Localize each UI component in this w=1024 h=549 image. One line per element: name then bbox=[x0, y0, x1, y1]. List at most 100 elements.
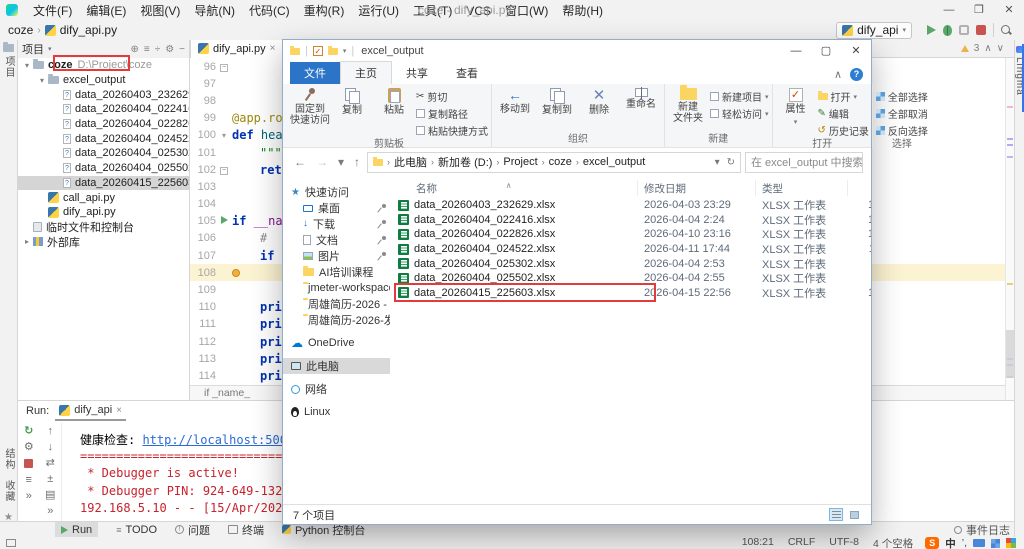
delete-button[interactable]: ✕删除 bbox=[579, 86, 619, 116]
new-item-button[interactable]: 新建项目▾ bbox=[710, 89, 769, 104]
search-box[interactable]: 在 excel_output 中搜索 bbox=[745, 152, 863, 173]
sidebar-item[interactable]: 周雄简历-2026 - 平 bbox=[283, 296, 390, 312]
paste-shortcut-button[interactable]: 粘贴快捷方式 bbox=[416, 123, 488, 138]
tree-item[interactable]: call_api.py bbox=[18, 190, 189, 205]
back-icon[interactable]: ← bbox=[291, 155, 309, 169]
chevron-down-icon[interactable]: ▾ bbox=[48, 45, 52, 53]
coverage-button[interactable] bbox=[959, 25, 969, 35]
toolwindow-toggle-icon[interactable] bbox=[6, 539, 16, 547]
intention-bulb-icon[interactable] bbox=[232, 269, 240, 277]
sidebar-item[interactable]: AI培训课程 bbox=[283, 264, 390, 280]
sidebar-item[interactable]: 桌面 bbox=[283, 200, 390, 216]
file-row[interactable]: data_20260404_022416.xlsx2026-04-04 2:24… bbox=[394, 213, 871, 228]
rerun-icon[interactable]: ↻ bbox=[24, 425, 33, 437]
chevron-down-icon[interactable]: ▾ bbox=[715, 157, 720, 168]
minimize-icon[interactable]: — bbox=[934, 0, 964, 20]
history-button[interactable]: ↺历史记录 bbox=[818, 123, 869, 138]
ime-language-indicator[interactable]: 中 bbox=[945, 536, 956, 549]
close-tab-icon[interactable]: × bbox=[270, 43, 276, 54]
editor-tab[interactable]: dify_api.py × bbox=[190, 40, 283, 58]
tree-item[interactable]: data_20260415_225603.xlsx bbox=[18, 176, 189, 191]
menu-item[interactable]: 编辑(E) bbox=[79, 4, 133, 18]
column-header-type[interactable]: 类型 bbox=[756, 180, 848, 196]
project-panel-title[interactable]: 项目 bbox=[22, 41, 44, 57]
sidebar-item[interactable]: 图片 bbox=[283, 248, 390, 264]
soft-wrap-icon[interactable]: ⇄ bbox=[46, 457, 55, 469]
stop-icon[interactable] bbox=[24, 459, 33, 468]
close-tab-icon[interactable]: × bbox=[116, 405, 122, 416]
file-row[interactable]: data_20260404_024522.xlsx2026-04-11 17:4… bbox=[394, 242, 871, 257]
more-icon[interactable]: » bbox=[26, 490, 32, 502]
status-item[interactable]: 108:21 bbox=[742, 536, 774, 549]
collapse-ribbon-icon[interactable]: ∧ bbox=[834, 68, 842, 81]
details-view-button[interactable] bbox=[829, 508, 843, 521]
tree-item[interactable]: data_20260404_022826.xlsx bbox=[18, 117, 189, 132]
toolstrip-favorites-label[interactable]: 收藏 bbox=[1, 480, 16, 502]
breadcrumb-file[interactable]: dify_api.py bbox=[60, 23, 117, 37]
run-line-icon[interactable] bbox=[221, 216, 228, 224]
status-item[interactable]: CRLF bbox=[788, 536, 815, 549]
breadcrumb-box[interactable]: ›此电脑›新加卷 (D:)›Project›coze›excel_output … bbox=[367, 152, 741, 173]
menu-item[interactable]: 代码(C) bbox=[242, 4, 297, 18]
print-icon[interactable]: ▤ bbox=[45, 489, 55, 501]
ime-punctuation-indicator[interactable]: ’, bbox=[962, 537, 967, 549]
sidebar-item[interactable]: ☁OneDrive bbox=[283, 335, 390, 351]
expand-icon[interactable]: ÷ bbox=[155, 44, 161, 55]
status-item[interactable]: UTF-8 bbox=[829, 536, 859, 549]
tree-item[interactable]: data_20260403_232629.xlsx bbox=[18, 87, 189, 102]
menu-item[interactable]: 视图(V) bbox=[133, 4, 187, 18]
properties-button[interactable]: ✓ 属性▾ bbox=[776, 86, 816, 128]
ime-skin-icon[interactable] bbox=[1006, 538, 1016, 548]
menu-item[interactable]: 导航(N) bbox=[187, 4, 242, 18]
breadcrumb-crumb[interactable]: 此电脑 bbox=[394, 154, 427, 170]
next-warning-icon[interactable]: ∨ bbox=[997, 43, 1004, 54]
file-row[interactable]: data_20260404_022826.xlsx2026-04-10 23:1… bbox=[394, 227, 871, 242]
tree-item[interactable]: dify_api.py bbox=[18, 205, 189, 220]
column-header-name[interactable]: ∧名称 bbox=[394, 180, 638, 196]
open-button[interactable]: 打开▾ bbox=[818, 89, 869, 104]
breadcrumb-crumb[interactable]: coze bbox=[549, 156, 572, 168]
toolstrip-project-label[interactable]: 项目 bbox=[1, 56, 16, 78]
column-header-size[interactable]: 大小 bbox=[848, 180, 871, 196]
maximize-icon[interactable]: ▢ bbox=[811, 40, 841, 62]
file-row[interactable]: data_20260403_232629.xlsx2026-04-03 23:2… bbox=[394, 198, 871, 213]
locate-icon[interactable]: ⊕ bbox=[130, 44, 138, 55]
copy-to-button[interactable]: 复制到 bbox=[537, 86, 577, 116]
toolwindow-tab-terminal[interactable]: 终端 bbox=[228, 522, 264, 538]
hide-panel-icon[interactable]: − bbox=[179, 44, 185, 55]
collapse-all-icon[interactable]: ≡ bbox=[144, 44, 150, 55]
forward-icon[interactable]: → bbox=[313, 155, 331, 169]
select-none-button[interactable]: 全部取消 bbox=[876, 106, 928, 121]
breadcrumb-project[interactable]: coze bbox=[8, 23, 33, 37]
tree-item[interactable]: ▾excel_output bbox=[18, 73, 189, 88]
sidebar-item[interactable]: 周雄简历-2026-发 bbox=[283, 312, 390, 328]
menu-item[interactable]: 重构(R) bbox=[297, 4, 352, 18]
close-icon[interactable]: ✕ bbox=[994, 0, 1024, 20]
minimize-icon[interactable]: — bbox=[781, 40, 811, 62]
large-icons-view-button[interactable] bbox=[847, 508, 861, 521]
status-item[interactable]: 4 个空格 bbox=[873, 536, 913, 549]
tab-file[interactable]: 文件 bbox=[290, 62, 340, 84]
chevron-icon[interactable]: ▾ bbox=[22, 61, 32, 70]
edit-button[interactable]: ✎编辑 bbox=[818, 106, 869, 121]
project-toolwindow-icon[interactable] bbox=[3, 44, 14, 52]
tab-view[interactable]: 查看 bbox=[442, 62, 492, 84]
tab-home[interactable]: 主页 bbox=[340, 61, 392, 84]
tree-item[interactable]: 临时文件和控制台 bbox=[18, 220, 189, 235]
sidebar-item[interactable]: 网络 bbox=[283, 381, 390, 397]
recent-locations-icon[interactable]: ▾ bbox=[335, 155, 347, 169]
breadcrumb-crumb[interactable]: Project bbox=[503, 156, 537, 168]
tree-item[interactable]: data_20260404_024522.xlsx bbox=[18, 131, 189, 146]
ime-toolbox-icon[interactable] bbox=[991, 539, 1000, 548]
up-stack-icon[interactable]: ↑ bbox=[48, 425, 54, 437]
move-to-button[interactable]: ←移动到 bbox=[495, 86, 535, 115]
gear-icon[interactable]: ⚙ bbox=[165, 44, 174, 55]
sidebar-item[interactable]: 文档 bbox=[283, 232, 390, 248]
run-config-select[interactable]: dify_api ▾ bbox=[836, 22, 912, 39]
select-all-button[interactable]: 全部选择 bbox=[876, 89, 928, 104]
menu-item[interactable]: 运行(U) bbox=[351, 4, 406, 18]
column-header-date[interactable]: 修改日期 bbox=[638, 180, 756, 196]
scroll-to-end-icon[interactable]: ± bbox=[47, 473, 53, 485]
invert-selection-button[interactable]: 反向选择 bbox=[876, 123, 928, 138]
file-row[interactable]: data_20260404_025302.xlsx2026-04-04 2:53… bbox=[394, 256, 871, 271]
